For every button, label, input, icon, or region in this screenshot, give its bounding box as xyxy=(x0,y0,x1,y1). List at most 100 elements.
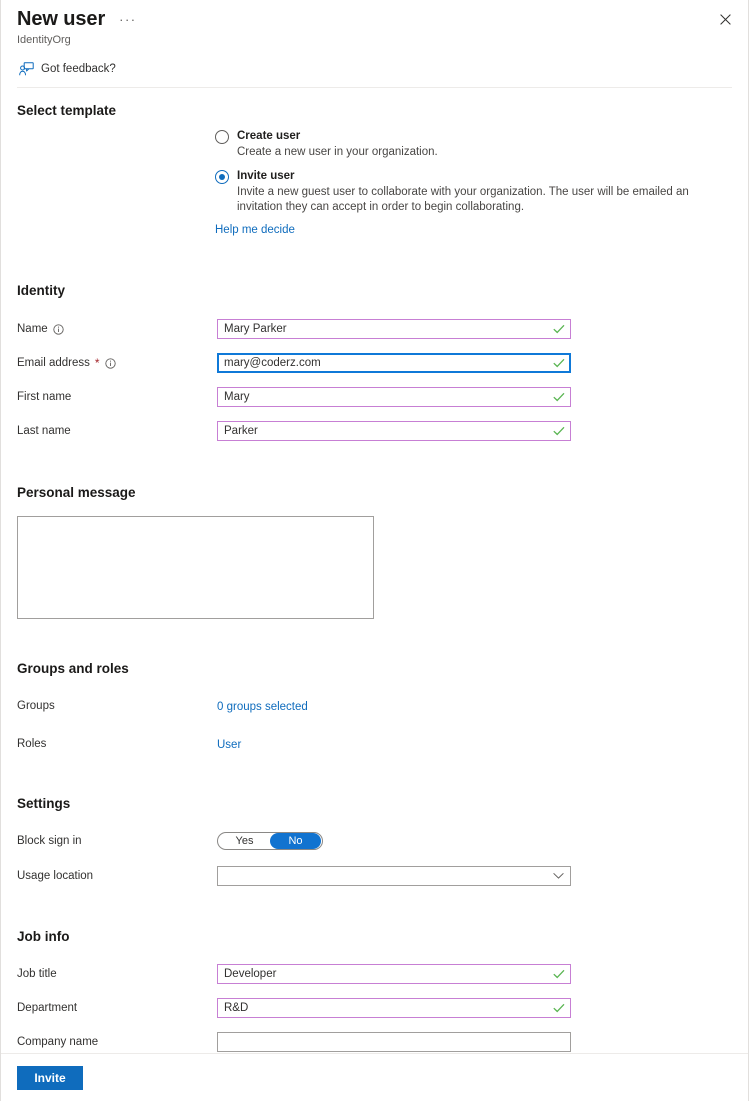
email-label: Email address xyxy=(17,357,90,369)
department-label-group: Department xyxy=(17,1002,217,1014)
email-label-group: Email address * xyxy=(17,357,217,369)
block-sign-in-label: Block sign in xyxy=(17,835,82,847)
last-name-label-group: Last name xyxy=(17,425,217,437)
groups-label: Groups xyxy=(17,700,55,712)
row-last-name: Last name xyxy=(17,420,732,442)
section-groups-and-roles: Groups and roles Groups 0 groups selecte… xyxy=(17,661,732,755)
settings-title: Settings xyxy=(17,796,71,811)
usage-location-dropdown[interactable] xyxy=(217,866,571,886)
row-first-name: First name xyxy=(17,386,732,408)
company-name-label: Company name xyxy=(17,1036,99,1048)
blade-header: New user ··· IdentityOrg Got feedback? xyxy=(1,0,748,88)
job-info-title: Job info xyxy=(17,929,70,944)
feedback-person-icon xyxy=(19,61,34,75)
usage-location-label-group: Usage location xyxy=(17,870,217,882)
radio-invite-user-description: Invite a new guest user to collaborate w… xyxy=(237,186,689,213)
name-control xyxy=(217,319,571,339)
radio-invite-user-label: Invite user xyxy=(237,170,295,182)
radio-create-user-text: Create user Create a new user in your or… xyxy=(237,129,438,160)
department-control xyxy=(217,998,571,1018)
groups-control: 0 groups selected xyxy=(217,699,571,713)
roles-label-group: Roles xyxy=(17,738,217,750)
block-sign-in-toggle[interactable]: Yes No xyxy=(217,832,323,850)
close-icon xyxy=(719,13,731,25)
last-name-label: Last name xyxy=(17,425,71,437)
first-name-input[interactable] xyxy=(217,387,571,407)
form-content: Select template Create user Create a new… xyxy=(1,88,748,1053)
info-icon[interactable] xyxy=(53,323,64,335)
page-title: New user xyxy=(17,8,106,30)
row-job-title: Job title xyxy=(17,963,732,985)
got-feedback-label: Got feedback? xyxy=(41,62,116,75)
got-feedback-button[interactable]: Got feedback? xyxy=(17,60,118,78)
name-input[interactable] xyxy=(217,319,571,339)
info-icon[interactable] xyxy=(104,357,116,369)
radio-invite-user-text: Invite user Invite a new guest user to c… xyxy=(237,169,732,215)
blade-footer: Invite xyxy=(1,1053,748,1101)
template-radio-group: Create user Create a new user in your or… xyxy=(17,129,732,236)
row-department: Department xyxy=(17,997,732,1019)
roles-selected-link[interactable]: User xyxy=(217,739,241,751)
name-label: Name xyxy=(17,323,48,335)
row-groups: Groups 0 groups selected xyxy=(17,695,732,717)
groups-and-roles-title: Groups and roles xyxy=(17,661,129,676)
job-title-label-group: Job title xyxy=(17,968,217,980)
radio-create-user[interactable]: Create user Create a new user in your or… xyxy=(215,129,732,160)
help-me-decide-link[interactable]: Help me decide xyxy=(215,224,295,236)
header-divider xyxy=(17,87,732,88)
last-name-control xyxy=(217,421,571,441)
close-button[interactable] xyxy=(712,6,738,32)
job-title-control xyxy=(217,964,571,984)
department-label: Department xyxy=(17,1002,78,1014)
groups-label-group: Groups xyxy=(17,700,217,712)
job-title-input[interactable] xyxy=(217,964,571,984)
company-name-input[interactable] xyxy=(217,1032,571,1052)
company-name-control xyxy=(217,1032,571,1052)
row-name: Name xyxy=(17,318,732,340)
new-user-blade: New user ··· IdentityOrg Got feedback? S… xyxy=(0,0,749,1101)
required-indicator: * xyxy=(94,356,100,370)
section-select-template: Select template Create user Create a new… xyxy=(17,103,732,236)
blade-subtitle: IdentityOrg xyxy=(17,34,71,46)
email-control xyxy=(217,353,571,373)
roles-label: Roles xyxy=(17,738,47,750)
row-roles: Roles User xyxy=(17,733,732,755)
company-name-label-group: Company name xyxy=(17,1036,217,1048)
usage-location-label: Usage location xyxy=(17,870,94,882)
section-settings: Settings Block sign in Yes No Usage loca… xyxy=(17,796,732,887)
personal-message-textarea[interactable] xyxy=(17,516,374,619)
personal-message-title: Personal message xyxy=(17,485,136,500)
first-name-label-group: First name xyxy=(17,391,217,403)
job-title-label: Job title xyxy=(17,968,57,980)
block-sign-in-label-group: Block sign in xyxy=(17,835,217,847)
command-bar: Got feedback? xyxy=(17,55,732,82)
last-name-input[interactable] xyxy=(217,421,571,441)
section-identity: Identity Name Mary Parker Email address … xyxy=(17,283,732,442)
identity-title: Identity xyxy=(17,283,66,298)
email-input[interactable] xyxy=(217,353,571,373)
name-label-group: Name xyxy=(17,323,217,335)
radio-circle-icon xyxy=(215,130,229,144)
section-job-info: Job info Job title Department xyxy=(17,929,732,1053)
groups-selected-link[interactable]: 0 groups selected xyxy=(217,701,308,713)
row-email: Email address * xyxy=(17,352,732,374)
row-block-sign-in: Block sign in Yes No xyxy=(17,830,732,852)
select-template-title: Select template xyxy=(17,103,117,118)
radio-create-user-description: Create a new user in your organization. xyxy=(237,146,438,158)
block-sign-in-control: Yes No xyxy=(217,832,571,850)
section-personal-message: Personal message xyxy=(17,485,732,619)
row-usage-location: Usage location xyxy=(17,865,732,887)
row-company-name: Company name xyxy=(17,1031,732,1053)
toggle-option-no[interactable]: No xyxy=(270,833,321,849)
roles-control: User xyxy=(217,737,571,751)
more-options-icon[interactable]: ··· xyxy=(119,13,137,26)
usage-location-control xyxy=(217,866,571,886)
radio-invite-user[interactable]: Invite user Invite a new guest user to c… xyxy=(215,169,732,215)
department-input[interactable] xyxy=(217,998,571,1018)
first-name-control xyxy=(217,387,571,407)
invite-button[interactable]: Invite xyxy=(17,1065,83,1090)
help-me-decide-row: Help me decide xyxy=(215,222,732,236)
toggle-option-yes[interactable]: Yes xyxy=(219,833,270,849)
radio-create-user-label: Create user xyxy=(237,130,301,142)
first-name-label: First name xyxy=(17,391,72,403)
